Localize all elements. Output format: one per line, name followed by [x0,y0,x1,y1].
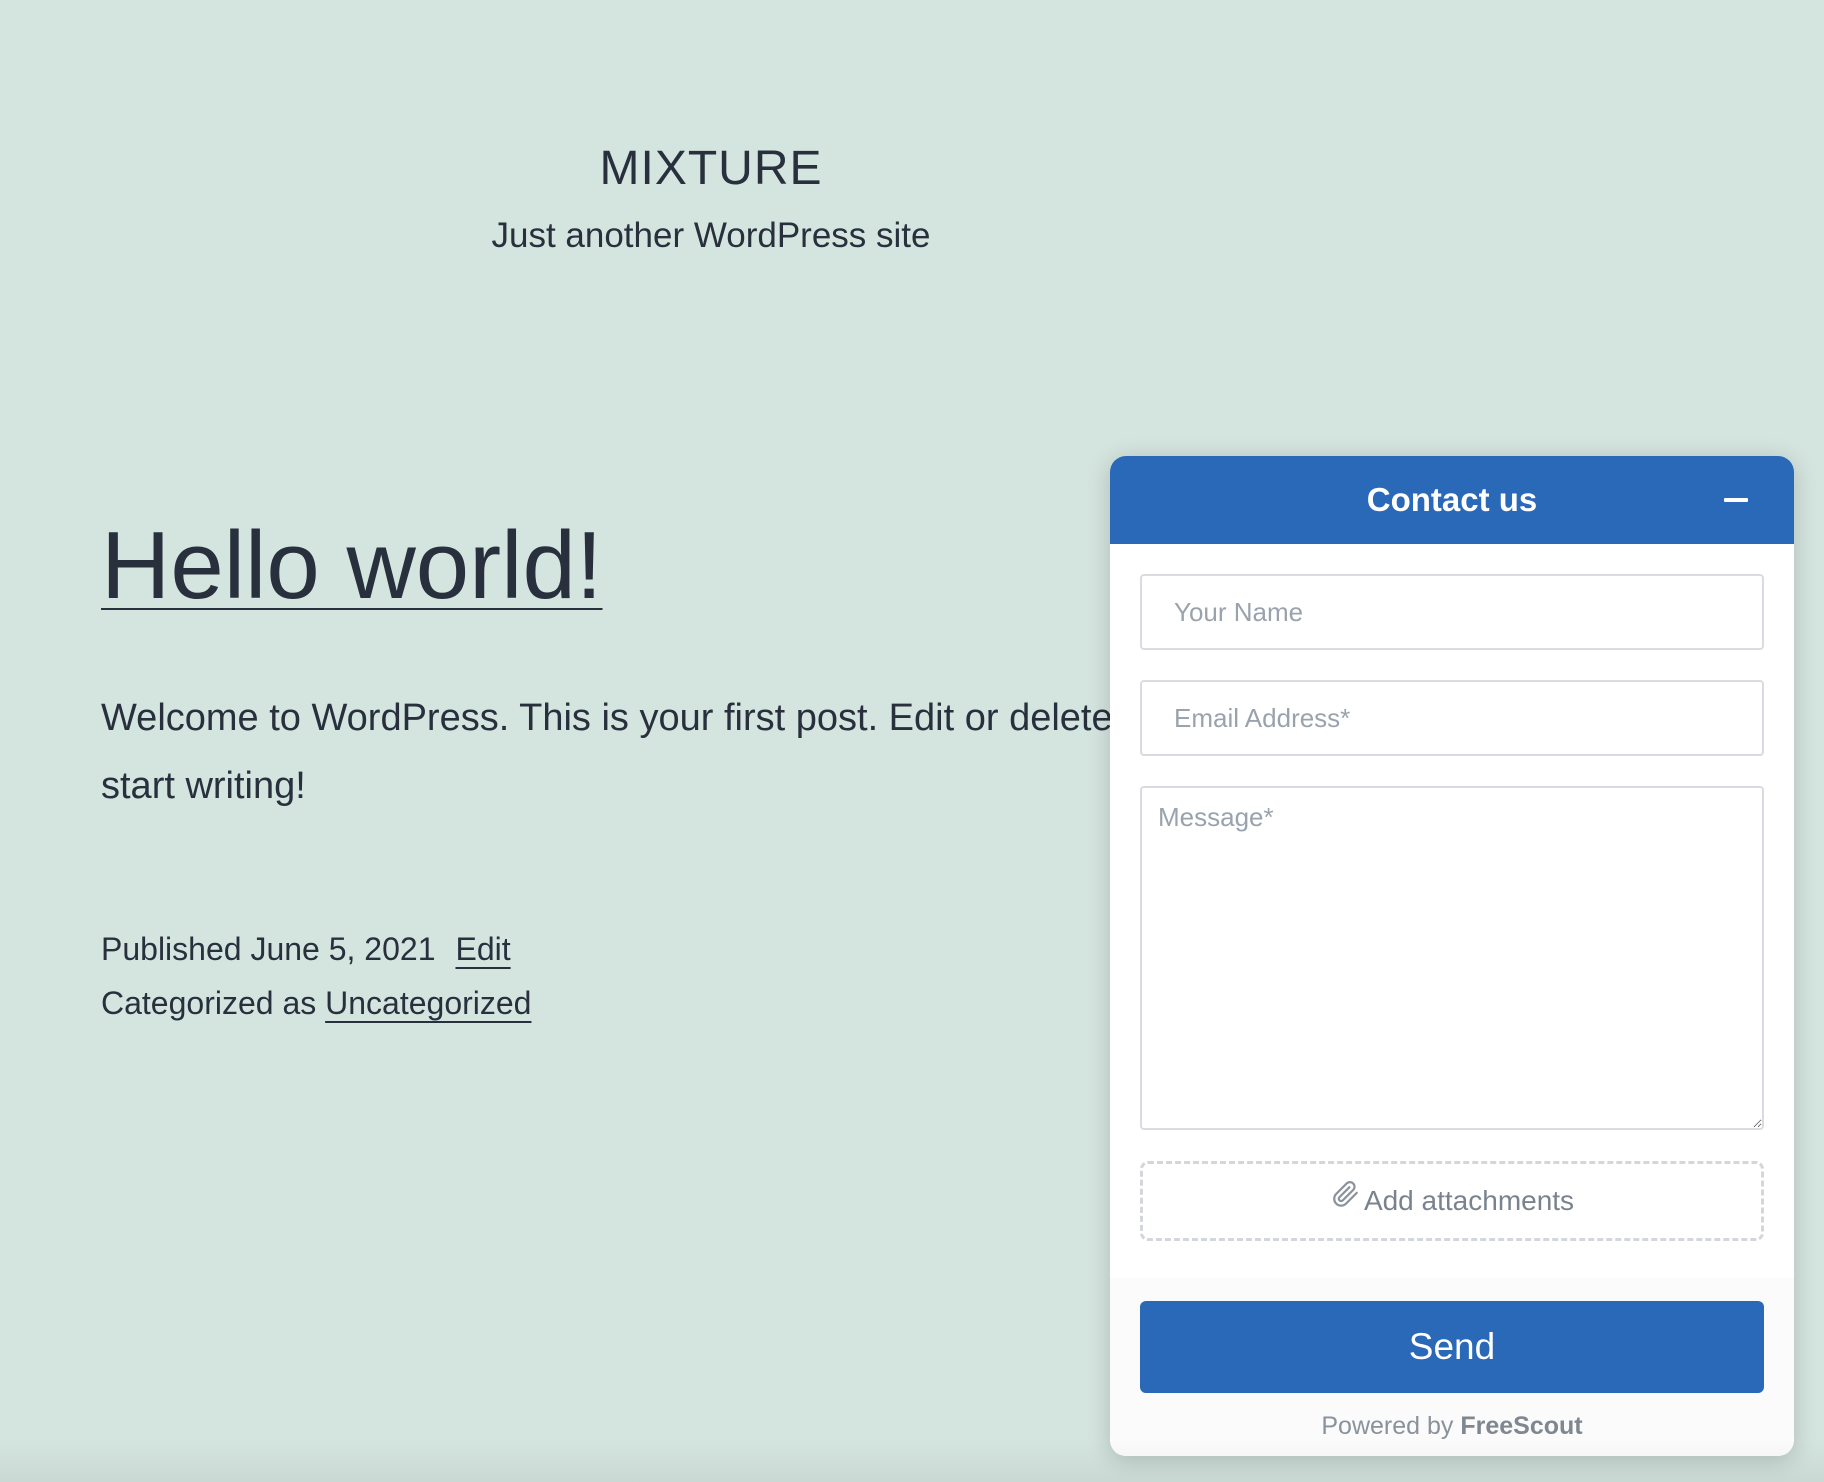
edit-link[interactable]: Edit [455,931,510,967]
widget-title: Contact us [1366,481,1538,518]
categorized-label: Categorized as [101,985,317,1021]
site-title[interactable]: MIXTURE [0,140,1422,198]
freescout-link[interactable]: FreeScout [1460,1412,1582,1440]
post-meta: Published June 5, 2021 Edit Categorized a… [101,922,531,1030]
name-input[interactable] [1140,574,1764,650]
post-content-line: Welcome to WordPress. This is your first… [101,697,1113,739]
published-date: June 5, 2021 [250,931,436,967]
post-content-line: start writing! [101,765,306,807]
post-category-row: Categorized as Uncategorized [101,976,531,1030]
message-textarea[interactable] [1140,786,1764,1130]
contact-widget: Contact us Add attachments Send Powered … [1110,456,1794,1456]
widget-header: Contact us [1110,456,1794,544]
published-label: Published [101,931,242,967]
add-attachments-button[interactable]: Add attachments [1140,1161,1764,1241]
powered-by: Powered by FreeScout [1110,1410,1794,1442]
post-content: Welcome to WordPress. This is your first… [101,684,1113,820]
post-title[interactable]: Hello world! [101,508,603,624]
site-tagline: Just another WordPress site [491,216,931,255]
minimize-icon[interactable] [1718,482,1754,518]
email-input[interactable] [1140,680,1764,756]
category-link[interactable]: Uncategorized [325,985,531,1021]
add-attachments-label: Add attachments [1363,1185,1575,1216]
send-button[interactable]: Send [1140,1301,1764,1393]
post-published-row: Published June 5, 2021 Edit [101,922,531,976]
powered-by-prefix: Powered by [1321,1412,1454,1440]
paperclip-icon [1330,1163,1360,1237]
